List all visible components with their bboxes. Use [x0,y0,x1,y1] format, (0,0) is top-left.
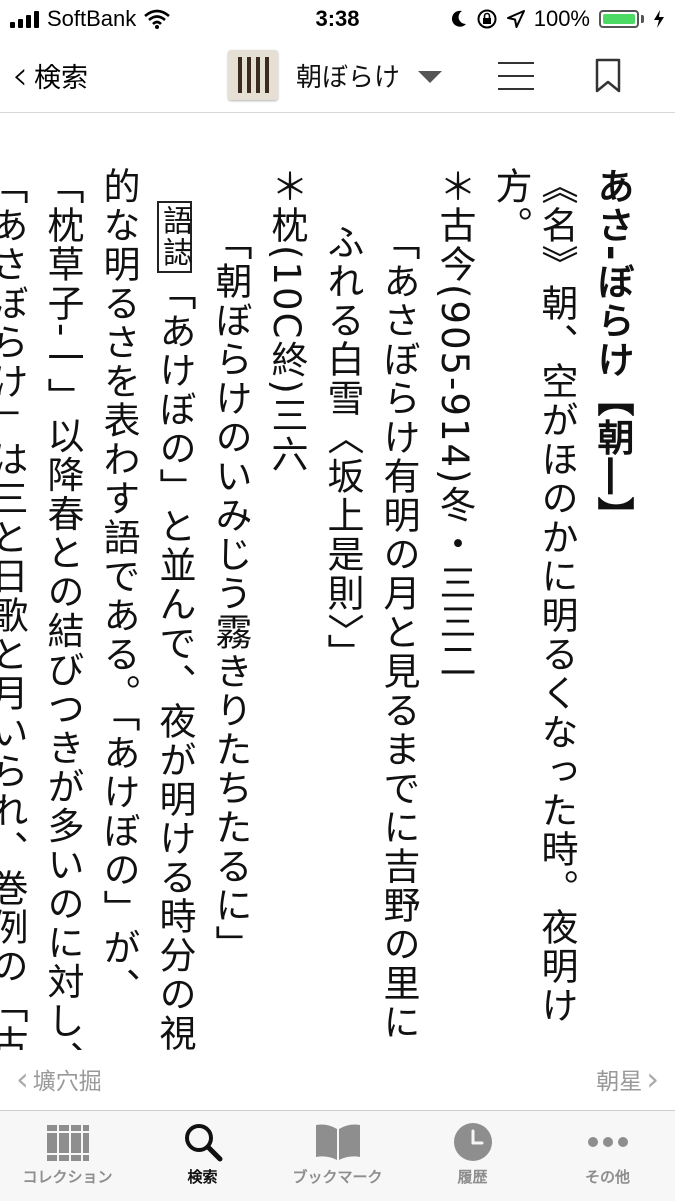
citation-text: 「あさぼらけ有明の月と見るまでに吉野の里に [377,223,420,1042]
dropdown-arrow-icon [418,71,443,83]
open-book-icon [315,1124,360,1160]
entry-content: あさ-ぼらけ【朝―】 《名》朝、空がほのかに明るくなった時。夜明け 方。 ＊古今… [0,113,675,1050]
citation-text: 「朝ぼらけのいみじう霧きりたちたるに」 [209,223,252,964]
tab-label: 検索 [187,1168,218,1186]
chevron-right-icon: › [646,1060,659,1098]
citation-source: ＊枕(10C終)三六 [265,167,308,474]
usage-note-line: 「枕草子-一」以降春との結びつきが多いのに対し、 [41,167,84,1050]
battery-tip [641,15,644,23]
tab-search[interactable]: 検索 [135,1111,270,1201]
battery-percent: 100% [533,6,590,31]
rotation-lock-icon [477,9,497,29]
more-icon [587,1137,628,1147]
tab-label: 履歴 [457,1168,488,1186]
search-icon [184,1124,222,1162]
previous-entry-label: 壙穴掘 [32,1069,102,1095]
charging-icon [654,10,664,28]
dictionary-book-icon [228,50,278,100]
chevron-left-icon: ‹ [12,52,28,99]
usage-note-text: 「あけぼの」と並んで、夜が明ける時分の視覚 [153,273,196,1050]
back-button[interactable]: ‹ 検索 [12,52,88,99]
status-icons: 100% [451,6,665,32]
tab-collection[interactable]: コレクション [0,1111,135,1201]
definition-line: 方。 [489,167,532,245]
previous-entry-link[interactable]: ‹ 壙穴掘 [16,1062,102,1096]
chevron-left-icon: ‹ [16,1060,29,1098]
usage-note-line: 的な明るさを表わす語である。「あけぼの」が、 [97,167,140,1007]
moon-icon [451,10,466,27]
clock-icon [453,1123,492,1161]
tab-label: コレクション [22,1168,113,1186]
status-bar: SoftBank 3:38 100% [0,0,675,40]
books-icon [46,1125,89,1161]
menu-button[interactable] [498,62,534,90]
bookmark-button[interactable] [594,58,622,94]
tab-bookmark[interactable]: ブックマーク [270,1111,405,1201]
definition-line: 《名》朝、空がほのかに明るくなった時。夜明け [535,167,578,1025]
citation-source: ＊古今(905-914)冬・三三二 [433,167,476,681]
battery-icon [599,10,639,28]
location-icon [506,10,525,28]
entry-title: 朝ぼらけ [296,62,401,93]
nav-bar: ‹ 検索 朝ぼらけ [0,40,675,113]
tab-other[interactable]: その他 [540,1111,675,1201]
tab-label: その他 [584,1168,630,1186]
entry-pager: ‹ 壙穴掘 朝星 › [0,1050,675,1110]
back-label: 検索 [34,63,88,94]
usage-note-line: 語誌「あけぼの」と並んで、夜が明ける時分の視覚 [146,201,202,1050]
usage-note-marker: 語誌 [156,201,192,273]
tab-label: ブックマーク [292,1168,383,1186]
tab-bar: コレクション 検索 ブックマーク 履歴 その他 [0,1110,675,1201]
tab-history[interactable]: 履歴 [405,1111,540,1201]
headword: あさ-ぼらけ【朝―】 [591,167,634,536]
next-entry-label: 朝星 [596,1069,643,1095]
next-entry-link[interactable]: 朝星 › [596,1062,659,1096]
usage-note-line: 「あさぼらけ」は三と日歌と月いられ、巻例の「古 [0,167,28,1050]
citation-text: ふれる白雪〈坂上是則〉」 [321,223,364,673]
dictionary-title-dropdown[interactable]: 朝ぼらけ [228,50,443,100]
